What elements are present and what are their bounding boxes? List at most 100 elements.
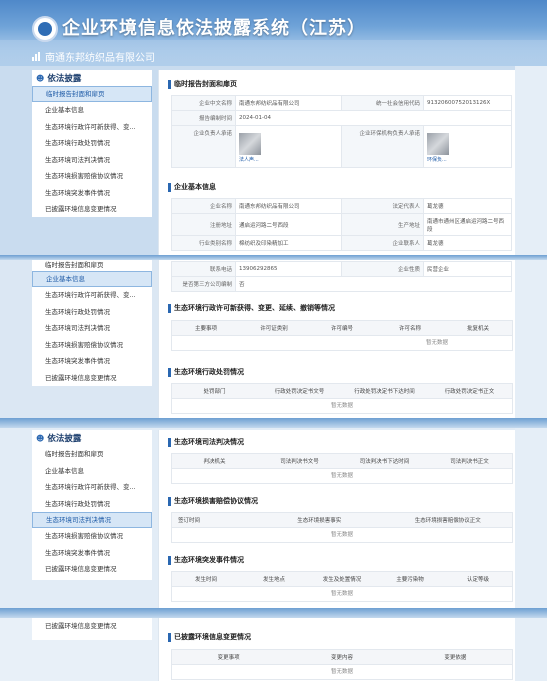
attachment-thumbnail[interactable] [239,132,261,155]
sidebar-item-penalty[interactable]: 生态环境行政处罚情况 [32,135,152,152]
table-header: 签订时间 生态环境损害事实 生态环境损害赔偿协议正文 [172,513,512,527]
field-value: 南通东邦纺织品有限公司 [235,95,342,111]
sidebar-item-damage[interactable]: 生态环境损害赔偿协议情况 [32,168,152,185]
sidebar-item-damage[interactable]: 生态环境损害赔偿协议情况 [32,337,152,354]
field-label: 企业名称 [171,198,236,214]
attachment-thumbnail[interactable] [427,132,449,155]
basic-table-bottom: 联系电话 13906292865 企业性质 民营企业 是否第三方公司编制否 [171,261,512,292]
field-value: 通启运河路二号西段 [235,213,342,236]
damage-table: 签订时间 生态环境损害事实 生态环境损害赔偿协议正文 暂无数据 [171,512,513,543]
sidebar-item-change[interactable]: 已披露环境信息变更情况 [32,618,152,635]
section-title-cover: 临时报告封面和扉页 [168,80,237,89]
field-label: 企业环保机构负责人承诺 [341,125,424,168]
sidebar-header: ☻ 依法披露 [32,70,152,86]
column-header: 司法判决书正文 [450,459,489,465]
column-header: 变更事项 [217,655,240,661]
field-value: 葛龙德 [423,198,512,214]
empty-state: 暂无数据 [172,335,512,350]
sidebar-item-incident[interactable]: 生态环境突发事件情况 [32,185,152,202]
column-header: 许可证类别 [260,326,288,332]
sidebar-item-penalty[interactable]: 生态环境行政处罚情况 [32,304,152,321]
column-header: 批复机关 [466,326,489,332]
column-header: 许可编号 [330,326,353,332]
field-value: 91320600752013126X [423,95,512,111]
sidebar-item-incident[interactable]: 生态环境突发事件情况 [32,353,152,370]
field-label: 生产地址 [341,213,424,236]
sidebar-2: 临时报告封面和扉页 企业基本信息 生态环境行政许可新获得、变... 生态环境行政… [32,260,152,386]
attachment-cell: 法人声... [235,125,342,168]
section-divider [0,608,547,618]
field-label: 是否第三方公司编制 [171,276,236,292]
column-header: 行政处罚决定书下达时间 [354,389,415,395]
main-panel-1: 临时报告封面和扉页 企业中文名称 南通东邦纺织品有限公司 统一社会信用代码 91320… [158,70,515,255]
bar-chart-icon [32,52,40,61]
field-value: 葛龙德 [423,235,512,251]
user-icon: ☻ [36,73,45,83]
section-title-incident: 生态环境突发事件情况 [168,556,244,565]
sidebar-item-judicial[interactable]: 生态环境司法判决情况 [32,512,152,528]
field-label: 统一社会信用代码 [341,95,424,111]
column-header: 许可名称 [398,326,421,332]
user-icon: ☻ [36,433,45,443]
empty-state: 暂无数据 [172,468,512,483]
section-title-permit: 生态环境行政许可新获得、变更、延续、撤销等情况 [168,304,335,313]
field-label: 企业性质 [341,261,424,277]
change-table: 变更事项 变更内容 变更依据 暂无数据 [171,649,513,680]
column-header: 行政处罚决定书文号 [274,389,325,395]
sidebar-item-basic[interactable]: 企业基本信息 [32,102,152,119]
field-label: 法定代表人 [341,198,424,214]
sidebar-item-cover[interactable]: 临时报告封面和扉页 [32,86,152,102]
field-value: 南通市通州区通启运河路二号西段 [423,213,512,236]
right-margin [515,260,547,418]
sidebar-item-change[interactable]: 已披露环境信息变更情况 [32,201,152,218]
sidebar-item-change[interactable]: 已披露环境信息变更情况 [32,370,152,387]
sidebar-item-permit[interactable]: 生态环境行政许可新获得、变... [32,119,152,136]
sidebar-item-cover[interactable]: 临时报告封面和扉页 [32,260,152,271]
sidebar-item-incident[interactable]: 生态环境突发事件情况 [32,545,152,562]
table-header: 发生时间 发生地点 发生及处置情况 主要污染物 认定等级 [172,572,512,586]
sidebar-item-basic[interactable]: 企业基本信息 [32,463,152,480]
field-label: 企业负责人承诺 [171,125,236,168]
main-panel-4: 已披露环境信息变更情况 变更事项 变更内容 变更依据 暂无数据 [158,618,515,681]
sidebar-item-permit[interactable]: 生态环境行政许可新获得、变... [32,479,152,496]
sidebar-item-change[interactable]: 已披露环境信息变更情况 [32,561,152,578]
basic-table-top: 企业名称 南通东邦纺织品有限公司 法定代表人 葛龙德 注册地址 通启运河路二号西段 生产地… [171,198,512,251]
sidebar-1: ☻ 依法披露 临时报告封面和扉页 企业基本信息 生态环境行政许可新获得、变... … [32,70,152,217]
sidebar-item-judicial[interactable]: 生态环境司法判决情况 [32,152,152,169]
sidebar-item-basic[interactable]: 企业基本信息 [32,271,152,287]
column-header: 处罚部门 [203,389,226,395]
section-title-damage: 生态环境损害赔偿协议情况 [168,497,258,506]
sidebar-item-permit[interactable]: 生态环境行政许可新获得、变... [32,287,152,304]
field-label: 企业联系人 [341,235,424,251]
cover-table: 企业中文名称 南通东邦纺织品有限公司 统一社会信用代码 913206007520131… [171,95,512,168]
incident-table: 发生时间 发生地点 发生及处置情况 主要污染物 认定等级 暂无数据 [171,571,513,602]
sidebar-item-cover[interactable]: 临时报告封面和扉页 [32,446,152,463]
sidebar-header: ☻ 依法披露 [32,430,152,446]
column-header: 变更内容 [330,655,353,661]
column-header: 发生时间 [194,577,217,583]
sidebar-item-judicial[interactable]: 生态环境司法判决情况 [32,320,152,337]
company-label: 南通东邦纺织品有限公司 [45,53,155,64]
company-name: 南通东邦纺织品有限公司 [32,49,155,64]
main-panel-3: 生态环境司法判决情况 判决机关 司法判决书文号 司法判决书下达时间 司法判决书正… [158,430,515,608]
attachment-link[interactable]: 法人声... [239,156,338,163]
column-header: 生态环境损害赔偿协议正文 [414,518,481,524]
field-value: 民营企业 [423,261,512,277]
section-title-judicial: 生态环境司法判决情况 [168,438,244,447]
header-banner: 企业环境信息依法披露系统（江苏） 南通东邦纺织品有限公司 [0,0,547,66]
sidebar-item-damage[interactable]: 生态环境损害赔偿协议情况 [32,528,152,545]
column-header: 变更依据 [444,655,467,661]
empty-state: 暂无数据 [172,527,512,542]
emblem-icon [32,16,58,42]
column-header: 生态环境损害事实 [297,518,342,524]
permit-table: 主要事项 许可证类别 许可编号 许可名称 批复机关 暂无数据 [171,320,513,351]
attachment-link[interactable]: 环保负... [427,156,508,163]
field-label: 报告编制时间 [171,110,236,126]
section-title-penalty: 生态环境行政处罚情况 [168,368,244,377]
table-header: 主要事项 许可证类别 许可编号 许可名称 批复机关 [172,321,512,335]
field-value: 否 [235,276,512,292]
judicial-table: 判决机关 司法判决书文号 司法判决书下达时间 司法判决书正文 暂无数据 [171,453,513,484]
column-header: 签订时间 [178,518,201,524]
sidebar-item-penalty[interactable]: 生态环境行政处罚情况 [32,496,152,513]
main-panel-2: 联系电话 13906292865 企业性质 民营企业 是否第三方公司编制否 生态环境行… [158,260,515,418]
